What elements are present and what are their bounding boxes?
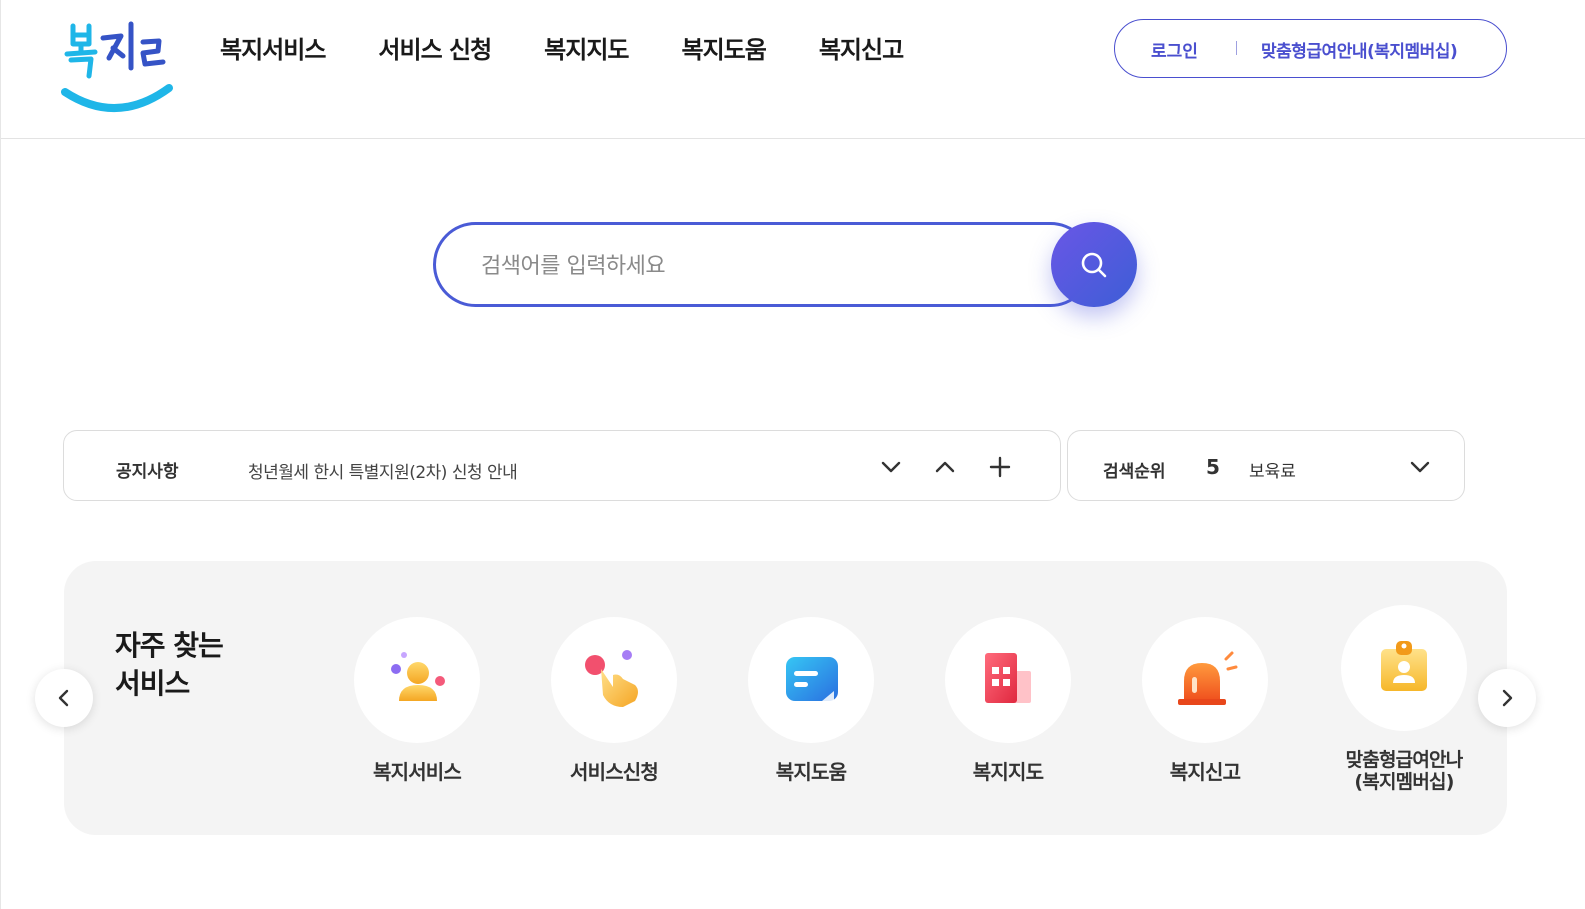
- search-box: [433, 222, 1093, 307]
- nav-service-apply[interactable]: 서비스 신청: [378, 30, 492, 70]
- search-input[interactable]: [481, 248, 1041, 284]
- utility-menu: 로그인 맞춤형급여안내(복지멤버십): [1114, 19, 1507, 78]
- notice-label: 공지사항: [116, 462, 179, 482]
- chevron-down-icon: [881, 461, 901, 473]
- ranking-label: 검색순위: [1103, 462, 1166, 482]
- notice-text[interactable]: 청년월세 한시 특별지원(2차) 신청 안내: [248, 458, 518, 483]
- service-welfare-report[interactable]: 복지신고: [1125, 617, 1285, 783]
- chevron-right-icon: [1502, 689, 1513, 707]
- frequent-services-panel: 자주 찾는 서비스 복지서비스 서비스신청 복지도움 복지지도 복지신고 맞춤형…: [64, 561, 1507, 835]
- service-welfare-map[interactable]: 복지지도: [928, 617, 1088, 783]
- membership-link[interactable]: 맞춤형급여안내(복지멤버십): [1261, 37, 1458, 62]
- service-label: 복지서비스: [373, 760, 462, 784]
- service-custom-benefit[interactable]: 맞춤형급여안나 (복지멤버십): [1324, 605, 1484, 793]
- title-line-2: 서비스: [115, 667, 190, 700]
- chevron-left-icon: [58, 689, 69, 707]
- service-label: 서비스신청: [570, 760, 659, 784]
- chevron-down-icon: [1410, 461, 1430, 473]
- notice-bar: 공지사항 청년월세 한시 특별지원(2차) 신청 안내: [63, 430, 1061, 501]
- divider: [1236, 41, 1237, 55]
- chat-bubble-icon: [786, 657, 838, 701]
- building-icon: [985, 653, 1031, 703]
- nav-welfare-help[interactable]: 복지도움: [682, 30, 767, 70]
- id-badge-icon: [1381, 641, 1427, 691]
- nav-welfare-map[interactable]: 복지지도: [544, 30, 629, 70]
- search-button[interactable]: [1051, 222, 1137, 307]
- carousel-next-button[interactable]: [1478, 669, 1536, 727]
- service-icon-circle: [1142, 617, 1268, 743]
- page: 복지서비스 서비스 신청 복지지도 복지도움 복지신고 로그인 맞춤형급여안내(…: [0, 0, 1585, 909]
- nav-welfare-report[interactable]: 복지신고: [819, 30, 904, 70]
- service-icon-circle: [1341, 605, 1467, 731]
- logo[interactable]: [59, 14, 175, 118]
- search-icon: [1081, 252, 1107, 277]
- service-label: 복지지도: [972, 760, 1044, 784]
- logo-mark: [61, 21, 173, 113]
- service-welfare-service[interactable]: 복지서비스: [337, 617, 497, 783]
- siren-icon: [1178, 651, 1238, 705]
- service-service-apply[interactable]: 서비스신청: [534, 617, 694, 783]
- search-ranking: 검색순위 5 보육료: [1067, 430, 1465, 501]
- search-bar: [433, 222, 1137, 307]
- login-link[interactable]: 로그인: [1151, 37, 1198, 62]
- nav-welfare-service[interactable]: 복지서비스: [220, 30, 326, 70]
- service-icon-circle: [945, 617, 1071, 743]
- plus-icon: [989, 456, 1011, 478]
- service-label: 복지도움: [775, 760, 847, 784]
- site-header: 복지서비스 서비스 신청 복지지도 복지도움 복지신고 로그인 맞춤형급여안내(…: [1, 0, 1585, 139]
- people-icon: [391, 652, 445, 701]
- notice-more-button[interactable]: [987, 454, 1013, 480]
- carousel-prev-button[interactable]: [35, 669, 93, 727]
- title-line-1: 자주 찾는: [115, 629, 224, 662]
- frequent-services-title: 자주 찾는 서비스: [115, 627, 224, 703]
- service-label: 복지신고: [1169, 760, 1241, 784]
- service-icon-circle: [748, 617, 874, 743]
- service-label: 맞춤형급여안나 (복지멤버십): [1324, 749, 1484, 793]
- ranking-expand-button[interactable]: [1406, 453, 1434, 481]
- ranking-keyword[interactable]: 보육료: [1249, 457, 1296, 482]
- service-welfare-help[interactable]: 복지도움: [731, 617, 891, 783]
- chevron-up-icon: [935, 461, 955, 473]
- service-label-line-1: 맞춤형급여안나: [1345, 749, 1464, 771]
- hand-pointer-icon: [585, 650, 638, 707]
- ranking-number: 5: [1206, 455, 1220, 479]
- service-icon-circle: [354, 617, 480, 743]
- main-nav: 복지서비스 서비스 신청 복지지도 복지도움 복지신고: [220, 30, 956, 70]
- service-label-line-2: (복지멤버십): [1354, 771, 1454, 793]
- service-icon-circle: [551, 617, 677, 743]
- notice-next-button[interactable]: [878, 454, 904, 480]
- notice-prev-button[interactable]: [932, 454, 958, 480]
